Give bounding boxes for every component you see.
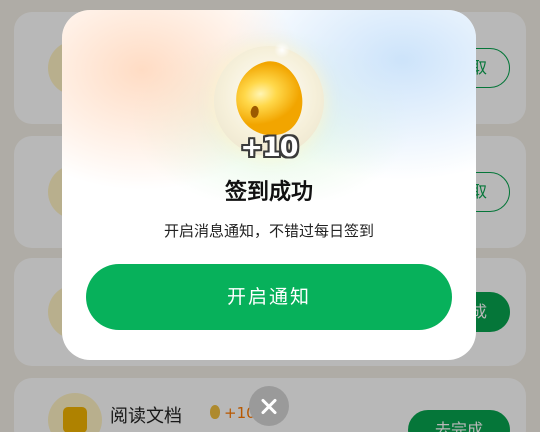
checkin-success-dialog: +10 签到成功 开启消息通知，不错过每日签到 开启通知 [62,10,476,360]
sparkle-icon [274,42,290,58]
dialog-subtitle: 开启消息通知，不错过每日签到 [163,222,374,240]
dialog-title: 签到成功 [224,180,313,205]
enable-notifications-button[interactable]: 开启通知 [86,264,452,330]
close-icon[interactable] [249,386,289,426]
bean-coin-icon [228,55,310,143]
reward-amount: +10 [240,132,298,163]
